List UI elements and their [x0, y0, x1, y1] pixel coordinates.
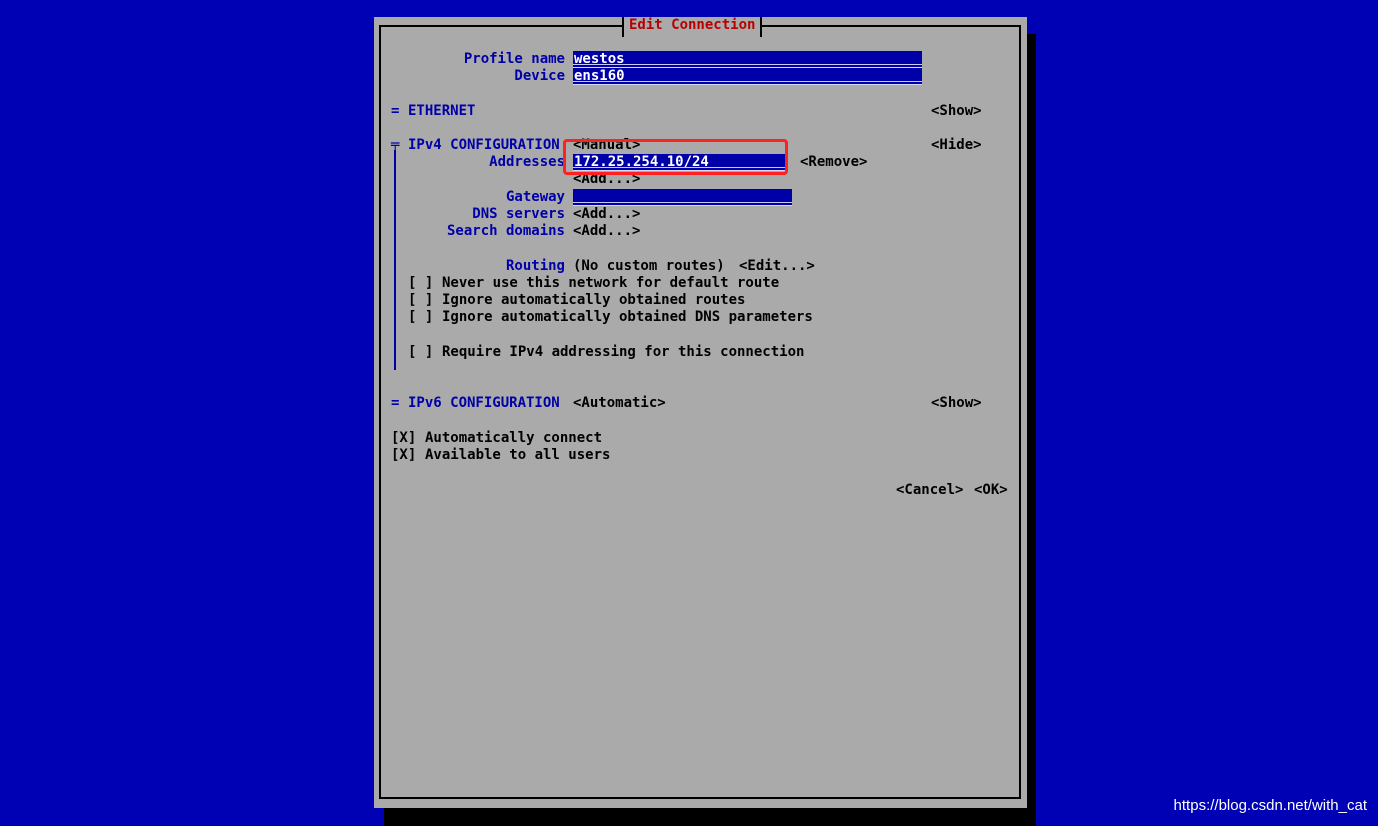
routing-value: (No custom routes) — [573, 258, 725, 274]
profile-name-input[interactable]: westos — [573, 51, 922, 68]
ethernet-show-button[interactable]: <Show> — [931, 103, 982, 120]
ipv6-marker: = — [391, 395, 400, 411]
auto-connect-label: Automatically connect — [425, 430, 603, 446]
require-ipv4-label: Require IPv4 addressing for this connect… — [442, 344, 805, 360]
add-dns-button[interactable]: <Add...> — [573, 206, 640, 223]
dns-servers-label: DNS servers — [472, 206, 565, 222]
ipv4-hide-button[interactable]: <Hide> — [931, 137, 982, 154]
gateway-label: Gateway — [505, 189, 565, 205]
all-users-checkbox[interactable]: [X] — [391, 447, 416, 464]
device-input[interactable]: ens160 — [573, 68, 922, 85]
address-highlight-box — [563, 139, 788, 175]
auto-connect-checkbox[interactable]: [X] — [391, 430, 416, 447]
ipv6-mode-select[interactable]: <Automatic> — [573, 395, 666, 412]
ipv6-show-button[interactable]: <Show> — [931, 395, 982, 412]
routing-label: Routing — [505, 258, 565, 274]
ipv4-marker: ╤ — [391, 137, 400, 153]
watermark-text: https://blog.csdn.net/with_cat — [1173, 797, 1367, 814]
ethernet-section-label: ETHERNET — [408, 103, 476, 119]
addresses-label: Addresses — [489, 154, 565, 170]
never-default-route-label: Never use this network for default route — [442, 275, 780, 291]
ethernet-marker: = — [391, 103, 400, 119]
routing-edit-button[interactable]: <Edit...> — [739, 258, 815, 275]
ipv4-section-label: IPv4 CONFIGURATION — [408, 137, 560, 153]
edit-connection-dialog: Edit Connection Profile name westos Devi… — [374, 17, 1027, 808]
never-default-route-checkbox[interactable]: [ ] — [408, 275, 433, 292]
profile-name-label: Profile name — [463, 51, 565, 67]
ignore-dns-checkbox[interactable]: [ ] — [408, 309, 433, 326]
ok-button[interactable]: <OK> — [974, 482, 1008, 499]
all-users-label: Available to all users — [425, 447, 611, 463]
gateway-input[interactable] — [573, 189, 792, 206]
add-search-domain-button[interactable]: <Add...> — [573, 223, 640, 240]
search-domains-label: Search domains — [446, 223, 565, 239]
require-ipv4-checkbox[interactable]: [ ] — [408, 344, 433, 361]
remove-address-button[interactable]: <Remove> — [800, 154, 867, 171]
ignore-dns-label: Ignore automatically obtained DNS parame… — [442, 309, 813, 325]
cancel-button[interactable]: <Cancel> — [896, 482, 963, 499]
ignore-routes-checkbox[interactable]: [ ] — [408, 292, 433, 309]
ignore-routes-label: Ignore automatically obtained routes — [442, 292, 746, 308]
ipv6-section-label: IPv6 CONFIGURATION — [408, 395, 560, 411]
device-label: Device — [514, 68, 565, 84]
dialog-title: Edit Connection — [622, 17, 763, 37]
ipv4-section-bracket — [394, 150, 396, 370]
